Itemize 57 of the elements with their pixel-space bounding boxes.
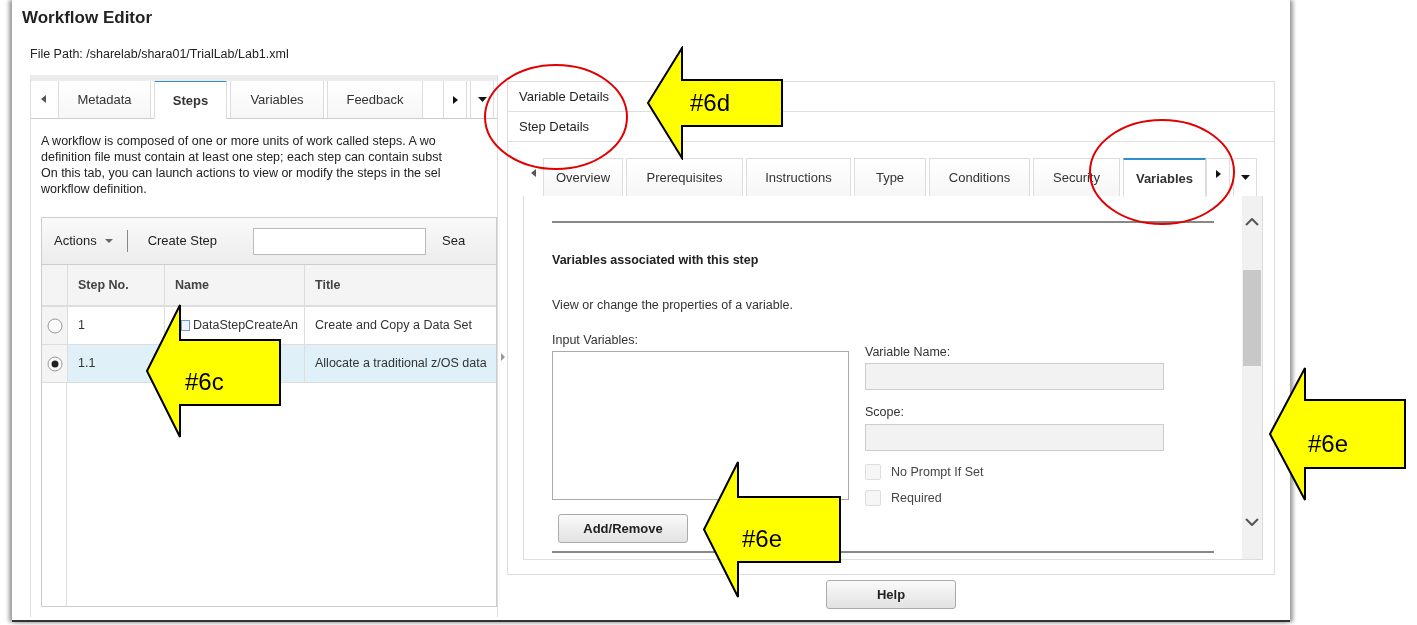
scroll-right-icon[interactable] [1215,170,1221,178]
window-title: Workflow Editor [22,7,153,29]
variable-name-field[interactable] [865,363,1164,391]
callout-label: #6e [1308,430,1349,458]
search-button[interactable]: Sea [442,231,466,251]
radio-button[interactable] [46,355,63,372]
description-text: A workflow is composed of one or more units of work called steps. A wo definition file must contain at least one step; each step can contain subst On this tab, you can launch actions to view or modify the steps in the sel workflow definition. [41,133,443,197]
checkbox-label: Required [891,489,942,507]
scroll-up-icon[interactable] [1245,218,1259,226]
scroll-down-icon[interactable] [1245,518,1259,526]
caret-icon [104,239,113,243]
field-label: Variable Name: [865,343,952,361]
actions-menu[interactable]: Actions [54,231,113,251]
section-header[interactable]: Step Details [519,116,590,137]
scroll-right-icon[interactable] [452,95,458,104]
radio-button[interactable] [46,317,63,334]
callout-label: #6e [742,525,783,553]
step-name: DataStepCreateAn [193,317,298,335]
tab-menu-button[interactable] [470,81,494,118]
table-cell: Create and Copy a Data Set [304,307,497,344]
tab[interactable]: Instructions [746,158,851,196]
collapse-icon[interactable] [500,353,505,361]
field-label: Scope: [865,404,905,422]
description-text: View or change the properties of a variable. [552,296,794,314]
scrollbar-thumb[interactable] [1243,270,1261,366]
column-header[interactable]: Name [164,265,304,305]
checkbox-label: No Prompt If Set [891,464,984,481]
scroll-right-button[interactable] [1206,158,1230,196]
create-step-button[interactable]: Create Step [147,231,217,251]
column-header[interactable]: Title [304,265,497,305]
tab[interactable]: Type [854,158,926,196]
scrollbar[interactable] [1242,196,1262,559]
file-path: File Path: /sharelab/shara01/TrialLab/Lab1.xml [30,46,290,62]
tab[interactable]: Variables [230,81,324,118]
field-label: Input Variables: [552,331,639,349]
tab[interactable]: Prerequisites [626,158,743,196]
scroll-left-icon[interactable] [530,169,536,177]
callout-label: #6c [185,368,224,396]
tab[interactable]: Overview [543,158,623,196]
add-remove-button[interactable]: Add/Remove [558,514,688,544]
scroll-right-button[interactable] [443,81,467,118]
document-icon [181,320,190,331]
tab[interactable]: Variables [1123,158,1206,197]
scope-field[interactable] [865,424,1164,451]
tab[interactable]: Feedback [327,81,423,118]
tab[interactable]: Steps [154,81,227,119]
caret-icon[interactable] [477,97,487,102]
section-heading: Variables associated with this step [552,252,760,269]
column-header[interactable]: Step No. [67,265,164,305]
tab[interactable]: Metadata [58,81,151,118]
caret-icon[interactable] [1240,175,1250,180]
tab[interactable]: Conditions [929,158,1030,196]
section-header[interactable]: Variable Details [519,86,610,107]
help-button[interactable]: Help [826,580,956,609]
scroll-left-icon[interactable] [40,95,46,103]
callout-label: #6d [690,89,731,117]
search-field[interactable] [253,227,426,255]
